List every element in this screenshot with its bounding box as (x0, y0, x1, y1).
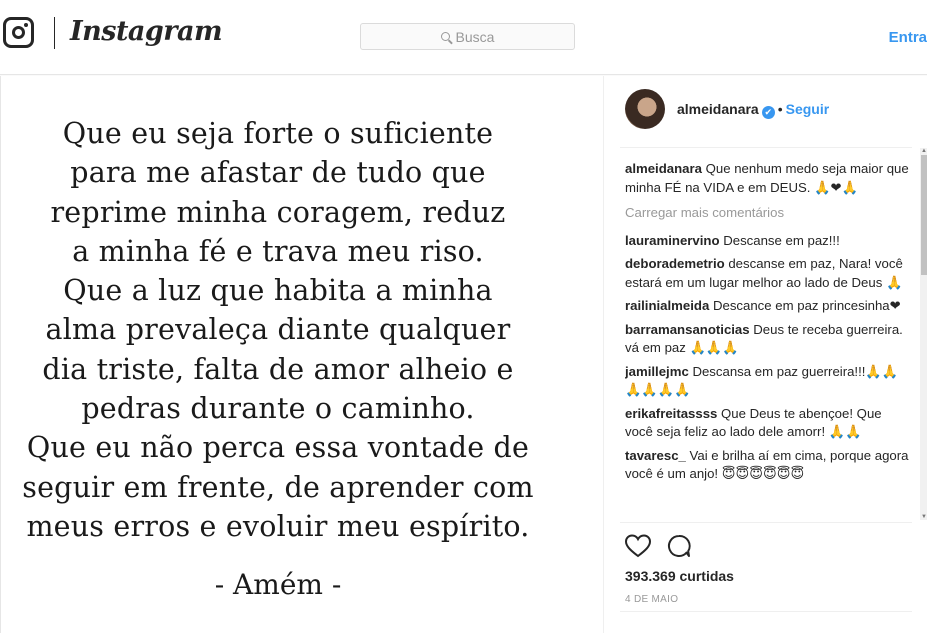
comment-bubble-icon (668, 535, 691, 557)
logo-divider (54, 17, 55, 49)
quote-line: meus erros e evoluir meu espírito. (26, 509, 530, 543)
quote-line: seguir em frente, de aprender com (22, 470, 534, 504)
comment-item: lauraminervino Descanse em paz!!! (625, 232, 910, 251)
post-container: Que eu seja forte o suficiente para me a… (0, 76, 927, 633)
comment-username[interactable]: lauraminervino (625, 233, 720, 248)
verified-badge-icon: ✔ (761, 106, 775, 119)
comment-username[interactable]: deborademetrio (625, 256, 725, 271)
quote-line: Que a luz que habita a minha (63, 274, 493, 308)
post-date[interactable]: 4 DE MAIO (625, 594, 678, 605)
quote-line: para me afastar de tudo que (70, 156, 486, 190)
comment-username[interactable]: tavaresc_ (625, 448, 686, 463)
scroll-down-arrow-icon[interactable]: ▼ (921, 514, 927, 520)
comment-item: tavaresc_ Vai e brilha aí em cima, porqu… (625, 447, 910, 484)
post-author-line: almeidanara ✔ • Seguir (677, 101, 829, 119)
divider (620, 147, 912, 148)
scroll-up-arrow-icon[interactable]: ▲ (921, 148, 927, 154)
top-navigation-bar: Instagram Busca Entra (0, 0, 927, 75)
comment-username[interactable]: jamillejmc (625, 364, 689, 379)
follow-button[interactable]: Seguir (786, 101, 830, 117)
comment-item: jamillejmc Descansa em paz guerreira!!!🙏… (625, 363, 910, 400)
quote-line: dia triste, falta de amor alheio e (42, 352, 514, 386)
search-input[interactable]: Busca (360, 23, 575, 50)
likes-count[interactable]: 393.369 curtidas (625, 568, 734, 584)
divider (620, 611, 912, 612)
quote-line: alma prevaleça diante qualquer (45, 313, 511, 347)
comment-button[interactable] (667, 534, 691, 558)
comment-username[interactable]: railinialmeida (625, 298, 709, 313)
comment-username[interactable]: erikafreitassss (625, 406, 717, 421)
quote-line: Que eu não perca essa vontade de (26, 431, 530, 465)
post-image[interactable]: Que eu seja forte o suficiente para me a… (2, 76, 603, 633)
comment-text: Descance em paz princesinha❤ (709, 298, 901, 313)
post-side-panel: almeidanara ✔ • Seguir almeidanara Que nenh… (603, 76, 927, 633)
author-username[interactable]: almeidanara (677, 101, 759, 117)
search-placeholder: Busca (455, 28, 495, 45)
caption: almeidanara Que nenhum medo seja maior q… (625, 160, 910, 197)
avatar[interactable] (625, 89, 665, 129)
comment-item: barramansanoticias Deus te receba guerre… (625, 321, 910, 358)
load-more-comments-link[interactable]: Carregar mais comentários (625, 204, 910, 223)
comment-item: deborademetrio descanse em paz, Nara! vo… (625, 255, 910, 292)
login-link[interactable]: Entra (889, 29, 927, 46)
quote-line: a minha fé e trava meu riso. (72, 234, 484, 268)
quote-line: Que eu seja forte o suficiente (62, 117, 494, 150)
comment-text: Descanse em paz!!! (719, 232, 840, 248)
comment-username[interactable]: barramansanoticias (625, 322, 750, 337)
quote-line: reprime minha coragem, reduz (50, 195, 506, 229)
caption-username[interactable]: almeidanara (625, 161, 702, 176)
post-actions (624, 534, 691, 560)
like-button[interactable] (624, 534, 652, 558)
comment-item: railinialmeida Descance em paz princesin… (625, 297, 910, 316)
comments-scrollbar[interactable]: ▲ ▼ (920, 148, 927, 520)
search-icon (440, 32, 450, 41)
divider (620, 522, 912, 523)
comments-list[interactable]: almeidanara Que nenhum medo seja maior q… (625, 160, 910, 520)
post-image-quote: Que eu seja forte o suficiente para me a… (2, 114, 554, 546)
instagram-camera-icon[interactable] (3, 17, 34, 48)
post-header: almeidanara ✔ • Seguir (604, 76, 927, 146)
scrollbar-thumb[interactable] (921, 155, 927, 275)
separator-dot: • (777, 101, 783, 117)
comment-item: erikafreitassss Que Deus te abençoe! Que… (625, 405, 910, 442)
quote-amen: - Amém - (214, 568, 342, 601)
instagram-wordmark[interactable]: Instagram (70, 16, 223, 47)
quote-line: pedras durante o caminho. (81, 392, 475, 426)
heart-icon (624, 534, 652, 558)
